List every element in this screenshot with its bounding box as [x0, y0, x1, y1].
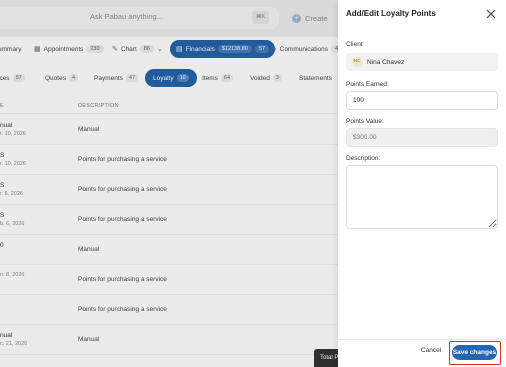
save-highlight-box: Save changes [449, 341, 501, 365]
description-label: Description: [346, 155, 381, 162]
loyalty-points-panel: Add/Edit Loyalty Points Client NC Nina C… [338, 0, 506, 367]
cancel-button[interactable]: Cancel [421, 347, 441, 354]
points-earned-label: Points Earned: [346, 81, 389, 88]
client-field[interactable]: NC Nina Chavez [346, 53, 498, 71]
client-name: Nina Chavez [367, 58, 405, 66]
close-icon[interactable] [486, 9, 496, 19]
save-changes-button[interactable]: Save changes [452, 345, 497, 360]
modal-backdrop[interactable] [0, 0, 338, 367]
panel-title: Add/Edit Loyalty Points [346, 9, 436, 18]
points-value-label: Points Value: [346, 118, 384, 125]
footer-divider [338, 339, 506, 340]
description-textarea[interactable] [346, 165, 498, 229]
points-value-input [346, 128, 498, 147]
patient-financials-page: Ask Pabau anything... ⌘K + Create ummary… [0, 0, 338, 367]
points-earned-input[interactable] [346, 91, 498, 110]
client-label: Client [346, 41, 363, 48]
avatar: NC [352, 57, 362, 67]
